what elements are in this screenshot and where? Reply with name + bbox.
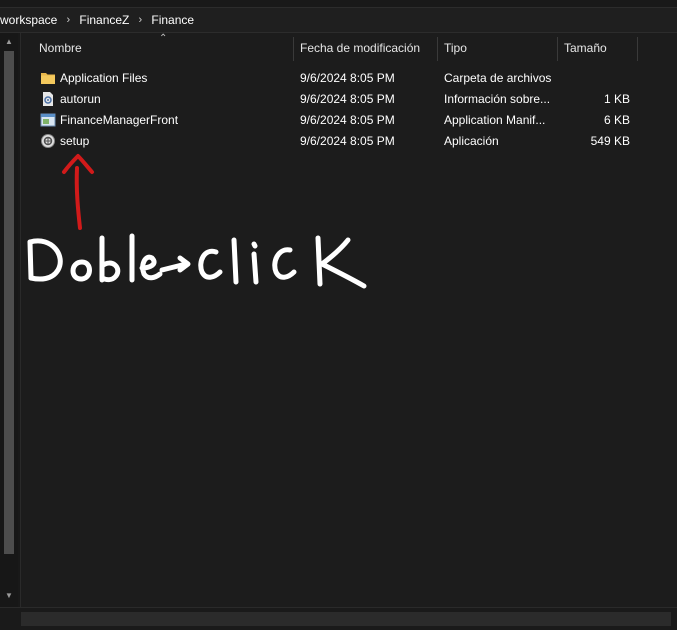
file-name: setup [60,134,90,148]
breadcrumb-item-finance[interactable]: Finance [149,13,196,27]
file-name: FinanceManagerFront [60,113,179,127]
manifest-icon [40,113,56,127]
file-type: Aplicación [444,134,499,148]
file-size: 6 KB [603,113,630,127]
folder-icon [41,73,55,84]
list-item[interactable]: FinanceManagerFront 9/6/2024 8:05 PM App… [21,110,677,131]
file-modified: 9/6/2024 8:05 PM [300,134,395,148]
horizontal-scrollbar[interactable] [21,612,671,626]
chevron-right-icon[interactable]: › [131,14,149,26]
file-explorer-window: workspace › FinanceZ › Finance ▲ ▼ ⌃ Nom… [0,0,677,630]
column-header-size[interactable]: Tamaño [564,41,607,55]
file-name: Application Files [60,71,148,85]
list-item[interactable]: Application Files 9/6/2024 8:05 PM Carpe… [21,68,677,89]
chevron-right-icon[interactable]: › [59,14,77,26]
list-item[interactable]: autorun 9/6/2024 8:05 PM Información sob… [21,89,677,110]
settings-file-icon [43,92,53,106]
column-header-type[interactable]: Tipo [444,41,467,55]
column-header-row: ⌃ Nombre Fecha de modificación Tipo Tama… [21,33,677,63]
setup-icon [41,134,55,148]
file-modified: 9/6/2024 8:05 PM [300,92,395,106]
file-type: Información sobre... [444,92,551,106]
file-list: ⌃ Nombre Fecha de modificación Tipo Tama… [21,33,677,607]
list-item[interactable]: setup 9/6/2024 8:05 PM Aplicación 549 KB [21,131,677,152]
breadcrumb-item-workspace[interactable]: workspace [0,13,59,27]
navigation-pane: ▲ ▼ [0,33,18,607]
file-name: autorun [60,92,101,106]
status-bar [0,607,677,630]
file-modified: 9/6/2024 8:05 PM [300,113,395,127]
breadcrumb-item-financez[interactable]: FinanceZ [77,13,131,27]
sort-ascending-icon: ⌃ [159,33,168,44]
file-type: Carpeta de archivos [444,71,552,85]
file-size: 1 KB [603,92,630,106]
scroll-up-icon[interactable]: ▲ [4,37,14,46]
column-separator[interactable] [557,37,558,61]
file-size: 549 KB [590,134,630,148]
column-header-modified[interactable]: Fecha de modificación [300,41,420,55]
file-modified: 9/6/2024 8:05 PM [300,71,395,85]
file-type: Application Manif... [444,113,546,127]
column-header-name[interactable]: Nombre [39,41,82,55]
breadcrumb: workspace › FinanceZ › Finance [0,7,677,33]
column-separator[interactable] [293,37,294,61]
column-separator[interactable] [637,37,638,61]
scrollbar-thumb[interactable] [4,51,14,554]
column-separator[interactable] [437,37,438,61]
scroll-down-icon[interactable]: ▼ [4,591,14,600]
